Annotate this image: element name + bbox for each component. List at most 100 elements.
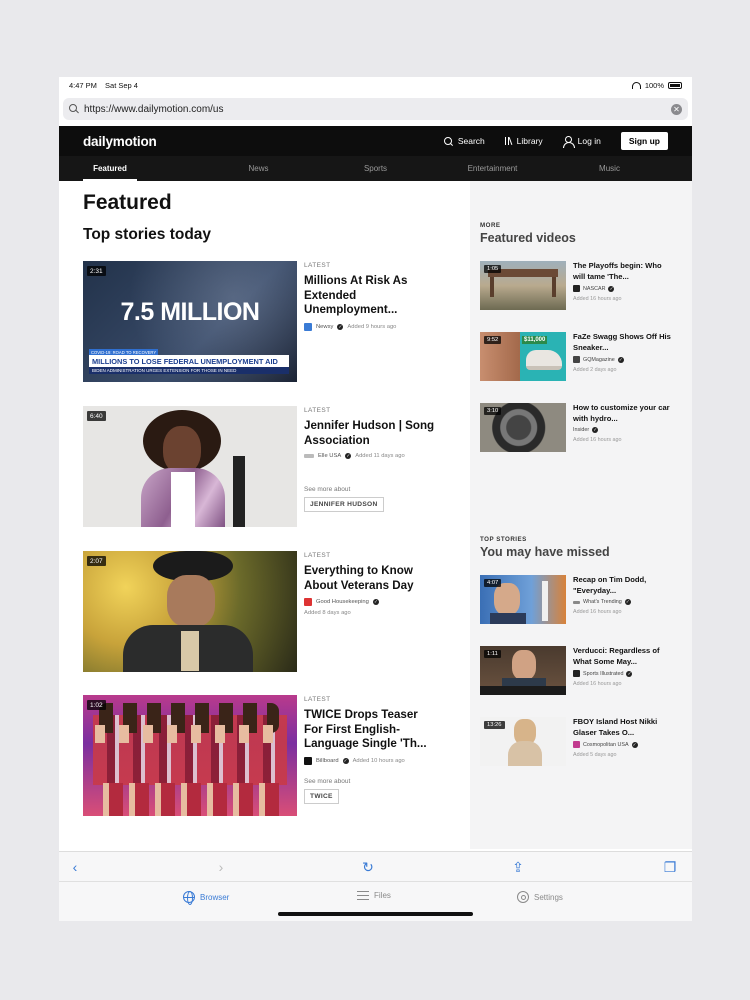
tab-featured[interactable]: Featured [83, 156, 200, 181]
video-thumbnail[interactable]: 1:05 [480, 261, 566, 310]
login-label: Log in [577, 136, 601, 146]
channel-name[interactable]: Cosmopolitan USA [583, 742, 629, 748]
browser-toolbar: ‹ › ↻ ⇪ ❐ [59, 851, 692, 881]
login-link[interactable]: Log in [562, 136, 601, 148]
channel-logo [573, 600, 580, 604]
tabs-icon[interactable]: ❐ [660, 857, 680, 877]
channel-logo [304, 454, 314, 459]
channel-name[interactable]: Newsy [316, 324, 333, 330]
verified-icon: ✓ [617, 356, 624, 363]
search-link[interactable]: Search [443, 136, 485, 146]
channel-name[interactable]: NASCAR [583, 286, 605, 292]
video-title[interactable]: FaZe Swagg Shows Off His Sneaker... [573, 332, 673, 353]
globe-icon [183, 891, 195, 905]
thumbnail-price: $11,000 [522, 336, 548, 344]
video-card[interactable]: 6:40 LATEST Jennifer Hudson | Song Assoc… [83, 406, 443, 527]
video-title[interactable]: FBOY Island Host Nikki Glaser Takes O... [573, 717, 673, 738]
channel-logo [573, 741, 580, 748]
video-title[interactable]: Millions At Risk As Extended Unemploymen… [304, 274, 439, 318]
url-text[interactable]: https://www.dailymotion.com/us [84, 104, 671, 115]
channel-name[interactable]: Billboard [316, 758, 339, 764]
share-icon[interactable]: ⇪ [508, 857, 528, 877]
video-thumbnail[interactable]: 4:07 [480, 575, 566, 624]
video-thumbnail[interactable]: 2:07 [83, 551, 297, 672]
video-title[interactable]: TWICE Drops Teaser For First English-Lan… [304, 708, 439, 752]
library-icon [504, 137, 514, 145]
tab-files[interactable]: Files [357, 891, 391, 900]
channel-name[interactable]: Good Housekeeping [316, 599, 369, 605]
channel-logo [573, 356, 580, 363]
added-time: Added 9 hours ago [347, 323, 397, 330]
video-thumbnail[interactable]: 1:02 [83, 695, 297, 816]
verified-icon: ✓ [345, 453, 352, 460]
channel-logo [573, 285, 580, 292]
video-meta: Billboard ✓ Added 10 hours ago [304, 756, 439, 765]
topic-chip[interactable]: TWICE [304, 788, 339, 804]
video-thumbnail[interactable]: 3:10 [480, 403, 566, 452]
duration-badge: 6:40 [87, 411, 106, 421]
channel-name[interactable]: Elle USA [318, 453, 341, 459]
topic-chip[interactable]: JENNIFER HUDSON [304, 497, 384, 513]
sidebar: MORE Featured videos 1:05 The Playoffs b… [470, 181, 692, 849]
tab-entertainment[interactable]: Entertainment [434, 156, 551, 181]
thumbnail-subbanner: BIDEN ADMINISTRATION URGES EXTENSION FOR… [89, 367, 289, 374]
verified-icon: ✓ [626, 670, 633, 677]
library-link[interactable]: Library [504, 136, 543, 146]
category-nav: Featured News Sports Entertainment Music [59, 156, 692, 181]
gear-icon [517, 891, 529, 903]
sidebar-video-card[interactable]: $11,000 9:52 FaZe Swagg Shows Off His Sn… [480, 332, 680, 382]
video-thumbnail[interactable]: 13:26 [480, 717, 566, 766]
battery-icon [668, 81, 682, 89]
video-title[interactable]: Verducci: Regardless of What Some May... [573, 646, 673, 667]
sidebar-video-card[interactable]: 4:07 Recap on Tim Dodd, "Everyday... Wha… [480, 575, 680, 625]
thumbnail-headline: 7.5 MILLION [120, 298, 260, 326]
verified-icon: ✓ [337, 323, 344, 330]
channel-name[interactable]: What's Trending [583, 599, 622, 605]
video-card[interactable]: 1:02 LATEST TWICE Drops Teaser For First… [83, 695, 443, 816]
duration-badge: 3:10 [484, 407, 502, 415]
video-thumbnail[interactable]: 6:40 [83, 406, 297, 527]
tab-news[interactable]: News [200, 156, 317, 181]
video-card[interactable]: 7.5 MILLION COVID-19: ROAD TO RECOVERY M… [83, 261, 443, 382]
video-title[interactable]: Recap on Tim Dodd, "Everyday... [573, 575, 673, 596]
see-more-label: See more about [304, 486, 351, 494]
channel-name[interactable]: GQMagazine [583, 357, 615, 363]
signup-button[interactable]: Sign up [620, 132, 668, 150]
status-time: 4:47 PM [69, 80, 97, 90]
channel-name[interactable]: Sports Illustrated [583, 671, 623, 677]
tab-browser[interactable]: Browser [183, 891, 229, 905]
sidebar-video-card[interactable]: 1:05 The Playoffs begin: Who will tame '… [480, 261, 680, 311]
sidebar-video-card[interactable]: 3:10 How to customize your car with hydr… [480, 403, 680, 453]
video-thumbnail[interactable]: $11,000 9:52 [480, 332, 566, 381]
tab-settings-label: Settings [534, 892, 563, 902]
tab-sports[interactable]: Sports [317, 156, 434, 181]
video-card[interactable]: 2:07 LATEST Everything to Know About Vet… [83, 551, 443, 672]
channel-name[interactable]: Insider [573, 427, 589, 433]
user-icon [562, 136, 575, 148]
added-time: Added 5 days ago [573, 752, 617, 758]
video-title[interactable]: The Playoffs begin: Who will tame 'The..… [573, 261, 673, 282]
duration-badge: 4:07 [484, 579, 502, 587]
address-bar[interactable]: https://www.dailymotion.com/us ✕ [63, 98, 688, 120]
added-time: Added 10 hours ago [352, 757, 405, 764]
tab-music[interactable]: Music [551, 156, 668, 181]
card-tag: LATEST [304, 407, 331, 414]
search-icon [443, 136, 453, 146]
clear-url-button[interactable]: ✕ [671, 103, 682, 115]
video-thumbnail[interactable]: 7.5 MILLION COVID-19: ROAD TO RECOVERY M… [83, 261, 297, 382]
sidebar-kicker: MORE [480, 222, 501, 229]
video-title[interactable]: How to customize your car with hydro... [573, 403, 673, 424]
video-meta: Elle USA ✓ Added 11 days ago [304, 453, 439, 460]
forward-icon[interactable]: › [211, 857, 231, 877]
sidebar-video-card[interactable]: 13:26 FBOY Island Host Nikki Glaser Take… [480, 717, 680, 767]
reload-icon[interactable]: ↻ [358, 857, 378, 877]
added-time: Added 16 hours ago [573, 681, 622, 687]
dailymotion-logo[interactable]: dailymotion [83, 134, 157, 149]
back-icon[interactable]: ‹ [65, 857, 85, 877]
tab-settings[interactable]: Settings [517, 891, 563, 903]
video-thumbnail[interactable]: 1:11 [480, 646, 566, 695]
verified-icon: ✓ [342, 757, 349, 764]
video-title[interactable]: Jennifer Hudson | Song Association [304, 419, 439, 448]
sidebar-video-card[interactable]: 1:11 Verducci: Regardless of What Some M… [480, 646, 680, 696]
video-title[interactable]: Everything to Know About Veterans Day [304, 564, 439, 593]
